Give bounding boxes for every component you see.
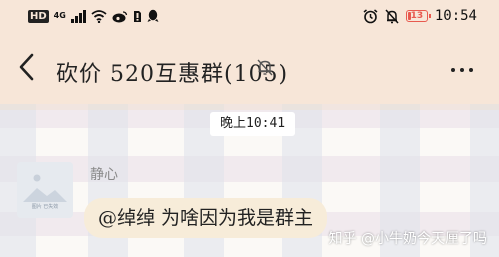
clock: 10:54: [434, 8, 477, 24]
top-bar: HD 4G 13 10:54 砍价 520互惠群(105): [0, 0, 499, 104]
avatar[interactable]: 图片 已失效: [17, 162, 73, 218]
status-left: HD 4G: [28, 9, 159, 23]
mute-icon: [385, 8, 399, 24]
message-bubble[interactable]: @绰绰 为啥因为我是群主: [84, 198, 328, 238]
hd-badge: HD: [28, 9, 49, 23]
bell-off-icon: [257, 59, 273, 76]
alarm-icon: [363, 8, 378, 23]
group-title[interactable]: 砍价 520互惠群(105): [56, 56, 288, 88]
more-icon[interactable]: [451, 68, 473, 72]
sim-icon: [133, 10, 141, 22]
status-right: 13 10:54: [363, 8, 477, 24]
watermark: 知乎 @小牛奶今天厘了吗: [328, 231, 487, 247]
message-timestamp: 晚上10:41: [210, 112, 296, 136]
wifi-icon: [91, 9, 107, 23]
chat-header: 砍价 520互惠群(105): [0, 38, 499, 98]
avatar-caption: 图片 已失效: [31, 204, 59, 210]
status-bar: HD 4G 13 10:54: [0, 0, 499, 34]
battery-level: 13: [410, 10, 424, 21]
network-type: 4G: [53, 11, 66, 20]
battery-icon: 13: [405, 10, 431, 22]
back-arrow-icon[interactable]: [16, 52, 38, 82]
qq-icon: [147, 9, 159, 22]
weibo-icon: [112, 10, 127, 22]
signal-icon: [70, 9, 86, 23]
chat-area[interactable]: 晚上10:41 图片 已失效 静心 @绰绰 为啥因为我是群主 知乎 @小牛奶今天…: [0, 104, 499, 257]
sender-name: 静心: [90, 167, 118, 183]
